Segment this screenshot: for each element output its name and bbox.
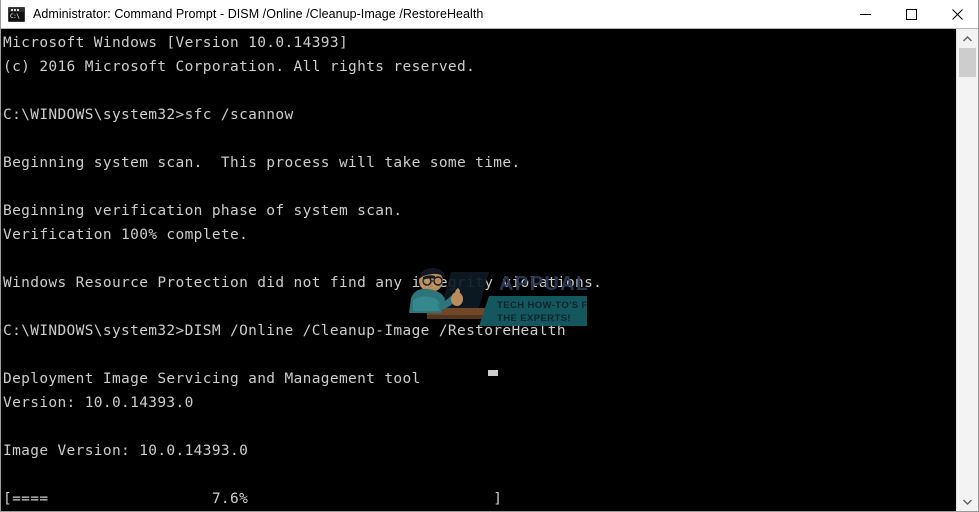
scroll-up-button[interactable] [957,29,978,48]
title-bar[interactable]: C:\ Administrator: Command Prompt - DISM… [1,0,978,29]
command-prompt-window: C:\ Administrator: Command Prompt - DISM… [0,0,979,512]
scroll-down-button[interactable] [957,492,978,511]
chevron-down-icon [963,499,972,505]
icon-prompt-text: C:\ [9,11,24,21]
window-title: Administrator: Command Prompt - DISM /On… [33,7,484,21]
minimize-icon [859,13,871,15]
maximize-icon [905,8,917,20]
close-button[interactable] [934,0,978,28]
command-prompt-icon: C:\ [8,6,25,22]
scrollbar-thumb[interactable] [959,48,976,77]
minimize-button[interactable] [842,0,888,28]
chevron-up-icon [963,35,972,41]
close-icon [951,8,963,20]
window-controls [842,0,978,28]
console-text: Microsoft Windows [Version 10.0.14393] (… [3,35,603,507]
console-output-area[interactable]: Microsoft Windows [Version 10.0.14393] (… [1,29,958,511]
console-cursor [488,370,498,376]
maximize-button[interactable] [888,0,934,28]
console-scrollbar[interactable] [956,29,978,511]
